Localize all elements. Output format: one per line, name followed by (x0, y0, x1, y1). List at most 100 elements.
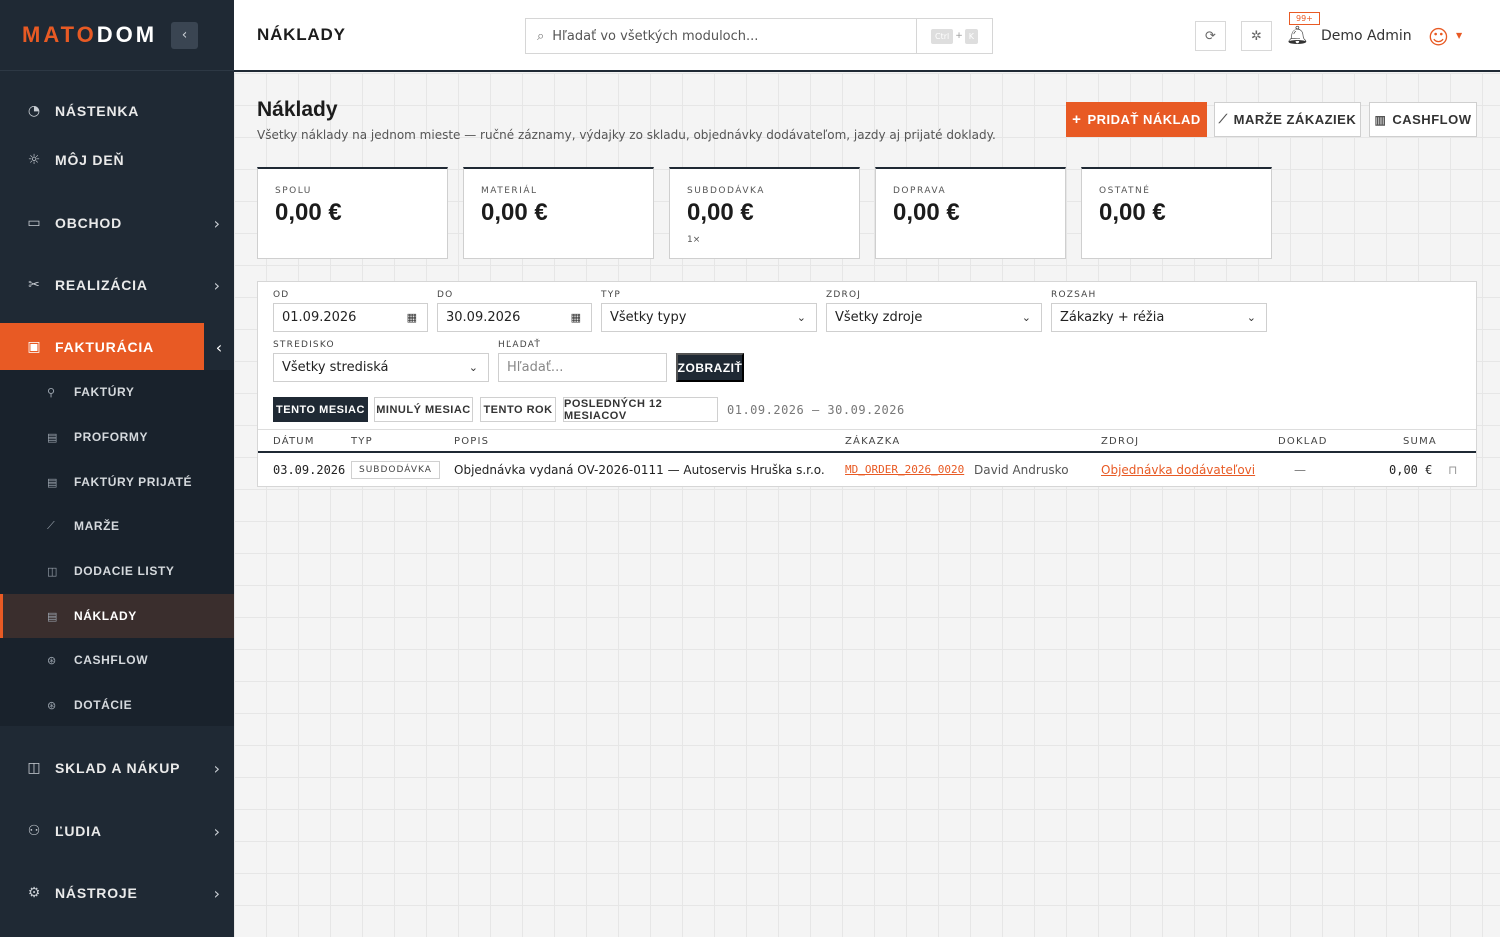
column-header-order[interactable]: ZÁKAZKA (845, 436, 900, 447)
preset-last-12-months[interactable]: POSLEDNÝCH 12 MESIACOV (563, 397, 718, 422)
preset-last-month[interactable]: MINULÝ MESIAC (374, 397, 473, 422)
source-select[interactable]: Všetky zdroje ⌄ (826, 303, 1042, 332)
submenu-item-proformy[interactable]: ▤ PROFORMY (0, 415, 234, 459)
calendar-icon[interactable]: ▦ (571, 311, 581, 324)
bug-icon: ✲ (1251, 28, 1262, 44)
sidebar-item-moj-den[interactable]: ☼ MÔJ DEŇ (0, 136, 234, 184)
submenu-item-dodacie-listy[interactable]: ◫ DODACIE LISTY (0, 549, 234, 593)
type-select[interactable]: Všetky typy ⌄ (601, 303, 817, 332)
submenu-item-faktury[interactable]: ⚲ FAKTÚRY (0, 370, 234, 414)
scope-select-value: Zákazky + réžia (1060, 310, 1165, 325)
margins-button[interactable]: ⟋ MARŽE ZÁKAZIEK (1214, 102, 1361, 137)
refresh-button[interactable]: ⟳ (1195, 21, 1226, 51)
document-icon: ▤ (47, 430, 58, 444)
column-header-date[interactable]: DÁTUM (273, 436, 315, 447)
add-cost-label: PRIDAŤ NÁKLAD (1087, 112, 1201, 127)
sidebar-collapse-button[interactable]: ‹ (171, 21, 199, 49)
filter-label-od: OD (273, 290, 290, 300)
center-select[interactable]: Všetky strediská ⌄ (273, 353, 489, 382)
kbd-k: K (964, 28, 979, 44)
add-cost-button[interactable]: + PRIDAŤ NÁKLAD (1066, 102, 1207, 137)
date-from-value: 01.09.2026 (282, 310, 357, 325)
search-input[interactable] (552, 28, 893, 44)
box-icon: ◫ (47, 564, 58, 578)
chevron-down-icon: ⌄ (1021, 311, 1031, 324)
filter-label-stredisko: STREDISKO (273, 340, 335, 350)
stat-card-transport: DOPRAVA 0,00 € (875, 167, 1066, 259)
filter-label-zdroj: ZDROJ (826, 290, 862, 300)
cash-icon: ⊛ (47, 698, 57, 712)
lock-icon[interactable]: ⊓ (1448, 463, 1457, 477)
logo-part-2: DOM (96, 22, 158, 47)
submenu-item-dotacie[interactable]: ⊛ DOTÁCIE (0, 683, 234, 727)
date-to-input[interactable]: 30.09.2026 ▦ (437, 303, 592, 332)
column-header-desc[interactable]: POPIS (454, 436, 489, 447)
document-icon: ▤ (47, 609, 58, 623)
filter-search-input[interactable]: Hľadať... (498, 353, 667, 382)
refresh-icon: ⟳ (1205, 28, 1216, 44)
user-name[interactable]: Demo Admin (1321, 28, 1412, 44)
dashboard-icon: ◔ (27, 103, 41, 119)
column-header-sum[interactable]: SUMA (1403, 436, 1437, 447)
sidebar-item-ludia[interactable]: ⚇ ĽUDIA › (0, 807, 234, 855)
submenu-item-cashflow[interactable]: ⊛ CASHFLOW (0, 638, 234, 682)
user-avatar-icon[interactable]: ☺ (1428, 25, 1449, 49)
sidebar-item-label: NÁSTROJE (55, 885, 138, 901)
bell-icon[interactable]: 🔔︎ (1286, 25, 1309, 46)
submenu-item-marze[interactable]: ⟋ MARŽE (0, 504, 234, 548)
row-source-link[interactable]: Objednávka dodávateľovi (1101, 463, 1255, 477)
trend-icon: ⟋ (1218, 112, 1228, 126)
sidebar-item-obchod[interactable]: ▭ OBCHOD › (0, 199, 234, 247)
row-sum: 0,00 € (1389, 463, 1433, 477)
submenu-item-faktury-prijate[interactable]: ▤ FAKTÚRY PRIJATÉ (0, 460, 234, 504)
sidebar-item-fakturacia[interactable]: ▣ FAKTURÁCIA ‹ (0, 323, 234, 371)
date-from-input[interactable]: 01.09.2026 ▦ (273, 303, 428, 332)
submenu-item-label: FAKTÚRY PRIJATÉ (74, 475, 193, 489)
topbar-title: NÁKLADY (257, 25, 346, 44)
sidebar-item-nastroje[interactable]: ⚙ NÁSTROJE › (0, 869, 234, 917)
logo[interactable]: MATODOM (22, 22, 157, 48)
stat-label: OSTATNÉ (1099, 186, 1151, 196)
calendar-icon[interactable]: ▦ (407, 311, 417, 324)
preset-this-year[interactable]: TENTO ROK (480, 397, 556, 422)
row-order-link[interactable]: MD_ORDER_2026_0020 (845, 463, 964, 476)
column-header-doc[interactable]: DOKLAD (1278, 436, 1328, 447)
sidebar-item-realizacia[interactable]: ✂ REALIZÁCIA › (0, 261, 234, 309)
cashflow-button[interactable]: ▥ CASHFLOW (1369, 102, 1477, 137)
logo-part-1: MATO (22, 22, 97, 47)
caret-down-icon[interactable]: ▼ (1456, 31, 1462, 40)
main-content: Náklady Všetky náklady na jednom mieste … (234, 73, 1500, 937)
sidebar-item-label: REALIZÁCIA (55, 277, 148, 293)
filter-label-do: DO (437, 290, 454, 300)
scope-select[interactable]: Zákazky + réžia ⌄ (1051, 303, 1267, 332)
chevron-left-icon[interactable]: ‹ (201, 323, 234, 371)
chevron-down-icon: ⌄ (468, 361, 478, 374)
briefcase-icon: ▭ (27, 215, 41, 231)
gear-icon: ⚙ (27, 885, 41, 901)
cash-icon: ⊛ (47, 653, 57, 667)
submenu-item-label: FAKTÚRY (74, 385, 135, 399)
row-date: 03.09.2026 (273, 463, 346, 477)
column-header-type[interactable]: TYP (351, 436, 373, 447)
submenu-item-naklady[interactable]: ▤ NÁKLADY (0, 594, 234, 638)
show-button[interactable]: ZOBRAZIŤ (676, 353, 744, 382)
table-header: DÁTUM TYP POPIS ZÁKAZKA ZDROJ DOKLAD SUM… (258, 429, 1476, 453)
table-row[interactable]: 03.09.2026 SUBDODÁVKA Objednávka vydaná … (258, 455, 1476, 486)
chevron-right-icon: › (213, 213, 220, 233)
chevron-down-icon: ⌄ (1246, 311, 1256, 324)
global-search[interactable]: ⌕ Ctrl + K (525, 18, 993, 54)
column-header-source[interactable]: ZDROJ (1101, 436, 1139, 447)
bug-report-button[interactable]: ✲ (1241, 21, 1272, 51)
sidebar-item-nastenka[interactable]: ◔ NÁSTENKA (0, 87, 234, 135)
preset-this-month[interactable]: TENTO MESIAC (273, 397, 368, 422)
submenu-item-label: NÁKLADY (74, 609, 137, 623)
search-icon: ⌕ (537, 28, 545, 44)
sidebar-item-label: NÁSTENKA (55, 103, 140, 119)
stat-value: 0,00 € (481, 199, 548, 226)
sidebar-item-label: MÔJ DEŇ (55, 152, 125, 168)
source-select-value: Všetky zdroje (835, 310, 923, 325)
stat-card-other: OSTATNÉ 0,00 € (1081, 167, 1272, 259)
sidebar-item-label: ĽUDIA (55, 823, 102, 839)
sidebar-item-sklad[interactable]: ◫ SKLAD A NÁKUP › (0, 744, 234, 792)
plus-icon: + (1072, 111, 1082, 128)
